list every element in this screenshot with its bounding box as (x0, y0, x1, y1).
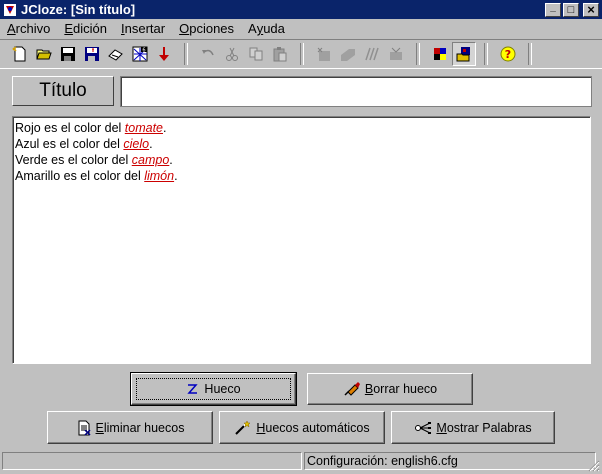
mostrar-palabras-button[interactable]: Mostrar Palabras (391, 411, 555, 444)
toolbar-separator (184, 43, 188, 65)
text-line: Azul es el color del cielo. (15, 137, 153, 151)
svg-text:?: ? (505, 48, 511, 61)
gap-word[interactable]: campo (132, 153, 170, 167)
menu-ayuda[interactable]: Ay uda (241, 20, 292, 37)
document-delete-icon (76, 420, 92, 436)
gap-tool-2-icon[interactable] (336, 42, 360, 66)
window-title: JCloze: [Sin título] (21, 2, 136, 17)
app-icon[interactable] (3, 3, 17, 17)
menu-archivo[interactable]: Archivo (0, 20, 57, 37)
new-file-icon[interactable] (8, 42, 32, 66)
app-window: JCloze: [Sin título] _ □ × Archivo Edici… (0, 0, 602, 474)
title-bar[interactable]: JCloze: [Sin título] _ □ × (0, 0, 602, 19)
eraser-brush-icon (343, 381, 361, 397)
web-page-icon[interactable]: 6 (128, 42, 152, 66)
maximize-button[interactable]: □ (563, 2, 579, 17)
resize-grip-icon[interactable] (588, 460, 600, 472)
menu-bar: Archivo Edición Insertar Opciones Ay uda (0, 19, 602, 38)
text-line: Verde es el color del campo. (15, 153, 173, 167)
gap-tool-1-icon[interactable] (312, 42, 336, 66)
save-as-icon[interactable] (80, 42, 104, 66)
status-config: Configuración: english6.cfg (304, 452, 596, 470)
toolbar-separator (528, 43, 532, 65)
minimize-button[interactable]: _ (545, 2, 561, 17)
title-input[interactable] (120, 76, 592, 107)
text-line: Amarillo es el color del limón. (15, 169, 178, 183)
text-line: Rojo es el color del tomate. (15, 121, 167, 135)
gap-tool-3-icon[interactable] (360, 42, 384, 66)
save-icon[interactable] (56, 42, 80, 66)
copy-icon[interactable] (244, 42, 268, 66)
view-mode-icon[interactable] (452, 42, 476, 66)
toolbar: 6 ? (0, 39, 602, 69)
borrar-hueco-button[interactable]: Borrar hueco (307, 373, 473, 405)
palette-icon[interactable] (428, 42, 452, 66)
menu-opciones[interactable]: Opciones (172, 20, 241, 37)
hueco-button[interactable]: Hueco (130, 372, 297, 406)
gap-word[interactable]: tomate (125, 121, 163, 135)
gap-marker-icon (186, 383, 200, 395)
status-bar: Configuración: english6.cfg (0, 450, 602, 474)
toolbar-separator (416, 43, 420, 65)
gap-word[interactable]: limón (144, 169, 174, 183)
help-icon[interactable]: ? (496, 42, 520, 66)
paste-icon[interactable] (268, 42, 292, 66)
arrow-down-icon[interactable] (152, 42, 176, 66)
magic-wand-icon (234, 419, 252, 436)
menu-edicion[interactable]: Edición (57, 20, 114, 37)
eliminar-huecos-button[interactable]: Eliminar huecos (47, 411, 213, 444)
huecos-automaticos-button[interactable]: Huecos automáticos (219, 411, 385, 444)
cut-icon[interactable] (220, 42, 244, 66)
undo-icon[interactable] (196, 42, 220, 66)
open-folder-icon[interactable] (32, 42, 56, 66)
exercise-text-editor[interactable]: Rojo es el color del tomate. Azul es el … (12, 116, 591, 364)
svg-text:6: 6 (142, 48, 145, 54)
menu-insertar[interactable]: Insertar (114, 20, 172, 37)
eraser-icon[interactable] (104, 42, 128, 66)
title-label: Título (12, 76, 114, 106)
status-panel-left (2, 452, 302, 470)
toolbar-separator (300, 43, 304, 65)
close-button[interactable]: × (583, 2, 599, 17)
toolbar-separator (484, 43, 488, 65)
gap-word[interactable]: cielo (123, 137, 149, 151)
word-list-icon (414, 420, 432, 436)
gap-tool-4-icon[interactable] (384, 42, 408, 66)
